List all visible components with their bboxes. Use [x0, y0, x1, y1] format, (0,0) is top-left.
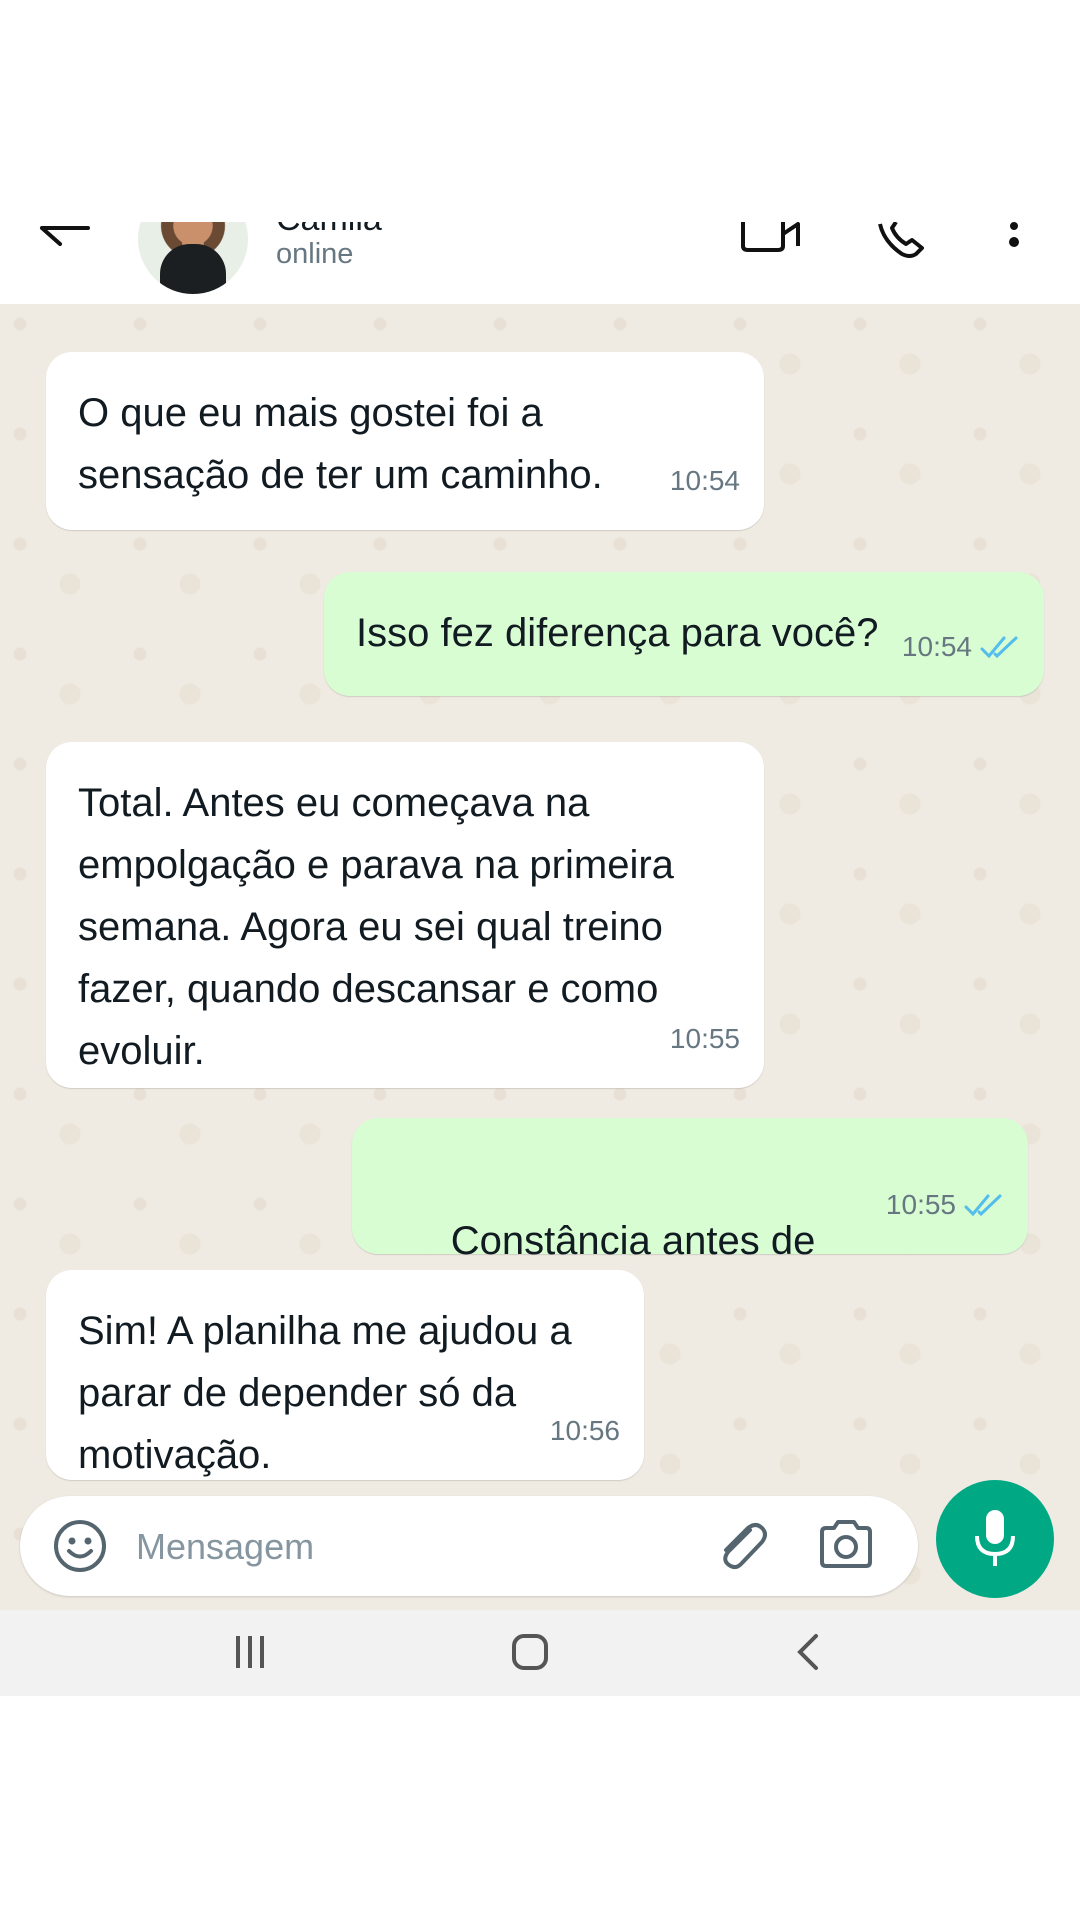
- video-call-icon[interactable]: [740, 222, 802, 262]
- contact-status: online: [276, 238, 354, 270]
- read-ticks-icon: [980, 636, 1018, 659]
- message-bubble-incoming[interactable]: Total. Antes eu começava na empolgação e…: [46, 742, 764, 1088]
- read-ticks-icon: [964, 1194, 1002, 1217]
- message-time: 10:56: [549, 1415, 620, 1446]
- phone-icon[interactable]: [876, 222, 928, 262]
- contact-name[interactable]: Camila: [276, 222, 382, 239]
- bottom-blank-area: [0, 1696, 1080, 1920]
- recents-icon[interactable]: [230, 1632, 270, 1672]
- top-blank-area: [0, 0, 1080, 222]
- message-text: O que eu mais gostei foi a sensação de t…: [78, 391, 603, 497]
- message-text: Total. Antes eu começava na empolgação e…: [78, 781, 674, 1073]
- message-bubble-outgoing[interactable]: Constância antes de intensidade 10:55: [352, 1118, 1028, 1325]
- message-time: 10:54: [901, 631, 972, 662]
- system-nav-bar: [0, 1610, 1080, 1696]
- more-options-icon[interactable]: [1004, 222, 1024, 262]
- message-input[interactable]: Mensagem: [136, 1526, 314, 1568]
- chat-header: Camila online: [0, 222, 1080, 304]
- back-icon[interactable]: [792, 1632, 822, 1672]
- message-bubble-incoming[interactable]: Sim! A planilha me ajudou a parar de dep…: [46, 1270, 644, 1480]
- message-bubble-outgoing[interactable]: Isso fez diferença para você? 10:54: [324, 572, 1044, 696]
- message-input-bar[interactable]: Mensagem: [20, 1496, 918, 1596]
- camera-icon[interactable]: [818, 1518, 874, 1570]
- message-time: 10:55: [885, 1189, 956, 1220]
- avatar[interactable]: [138, 222, 248, 294]
- emoji-icon[interactable]: [52, 1518, 108, 1574]
- message-time: 10:55: [669, 1023, 740, 1054]
- home-icon[interactable]: [510, 1632, 550, 1672]
- message-bubble-incoming[interactable]: O que eu mais gostei foi a sensação de t…: [46, 352, 764, 530]
- mic-icon: [975, 1510, 1015, 1566]
- attach-icon[interactable]: [712, 1516, 770, 1574]
- back-arrow-icon[interactable]: [38, 222, 94, 262]
- chat-area[interactable]: O que eu mais gostei foi a sensação de t…: [0, 304, 1080, 1610]
- message-text: Sim! A planilha me ajudou a parar de dep…: [78, 1309, 572, 1477]
- mic-button[interactable]: [936, 1480, 1054, 1598]
- message-time: 10:54: [669, 465, 740, 496]
